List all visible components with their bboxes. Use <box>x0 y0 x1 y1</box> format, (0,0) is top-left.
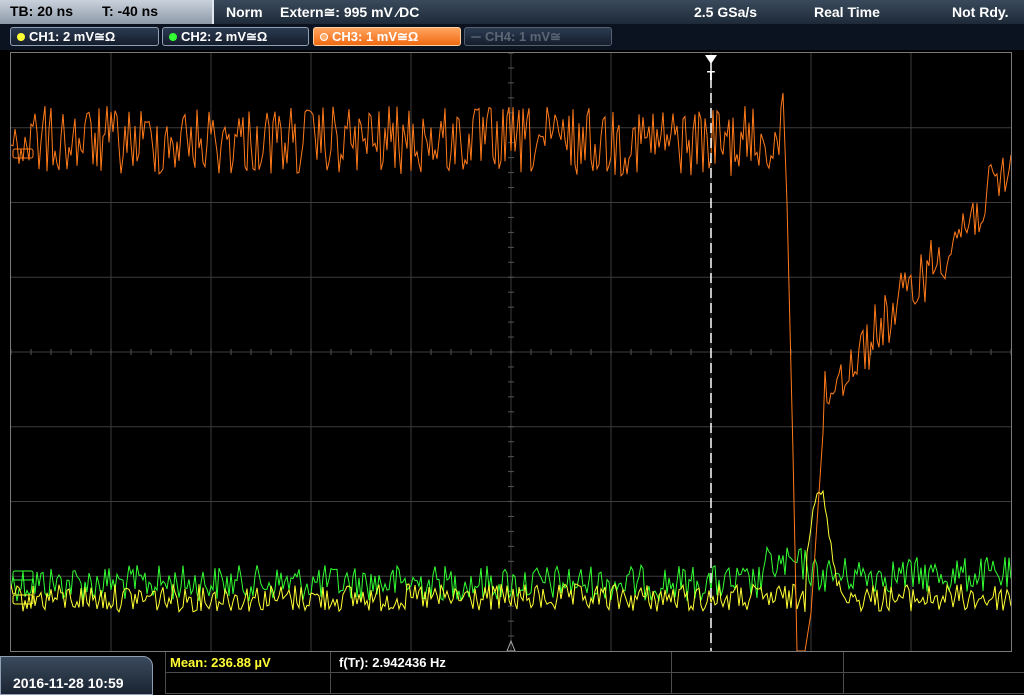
ch4-label: CH4: 1 mV≅ <box>485 29 561 44</box>
ch4-dash-icon <box>471 36 481 38</box>
meas-cell[interactable] <box>844 673 1024 694</box>
trigger-source[interactable]: Extern≅: 995 mV ⁄DC <box>280 4 419 21</box>
meas-cell[interactable] <box>165 673 331 694</box>
timebase-box[interactable]: TB: 20 ns T: -40 ns <box>0 0 214 24</box>
meas-cell[interactable] <box>672 673 844 694</box>
waveform-canvas: T <box>11 53 1011 651</box>
channel-1-button[interactable]: CH1: 2 mV≅Ω <box>10 27 159 46</box>
mean-value: Mean: 236.88 µV <box>170 655 271 670</box>
meas-cell[interactable] <box>844 652 1024 673</box>
meas-cell[interactable] <box>331 673 672 694</box>
datetime-box: 2016-11-28 10:59 <box>0 656 153 695</box>
channel-2-button[interactable]: CH2: 2 mV≅Ω <box>162 27 309 46</box>
trigger-time-label: T: -40 ns <box>102 3 159 19</box>
run-status: Not Rdy. <box>952 4 1009 20</box>
meas-cell[interactable]: Mean: 236.88 µV <box>165 652 331 673</box>
ch3-label: CH3: 1 mV≅Ω <box>332 29 419 44</box>
status-bar: TB: 20 ns T: -40 ns Norm Extern≅: 995 mV… <box>0 0 1024 25</box>
trigger-marker-label: T <box>707 68 715 83</box>
channel-3-button[interactable]: CH3: 1 mV≅Ω <box>313 27 461 46</box>
ch3-dot-icon <box>320 33 328 41</box>
meas-cell[interactable]: f(Tr): 2.942436 Hz <box>331 652 672 673</box>
meas-cell[interactable] <box>672 652 844 673</box>
channel-4-button[interactable]: CH4: 1 mV≅ <box>464 27 612 46</box>
trigger-arrow-icon[interactable] <box>705 55 717 64</box>
ch2-label: CH2: 2 mV≅Ω <box>181 29 268 44</box>
measurement-table[interactable]: Mean: 236.88 µV f(Tr): 2.942436 Hz <box>165 652 1024 695</box>
ch1-dot-icon <box>17 33 25 41</box>
channel-bar: CH1: 2 mV≅Ω CH2: 2 mV≅Ω CH3: 1 mV≅Ω CH4:… <box>0 24 1024 50</box>
timebase-label: TB: 20 ns <box>10 3 74 19</box>
trigger-mode[interactable]: Norm <box>226 4 263 20</box>
frequency-value: f(Tr): 2.942436 Hz <box>339 655 446 670</box>
ch2-dot-icon <box>169 33 177 41</box>
ch1-label: CH1: 2 mV≅Ω <box>29 29 116 44</box>
acquisition-mode[interactable]: Real Time <box>814 4 880 20</box>
sample-rate: 2.5 GSa/s <box>694 4 758 20</box>
datetime-label: 2016-11-28 10:59 <box>13 675 124 691</box>
